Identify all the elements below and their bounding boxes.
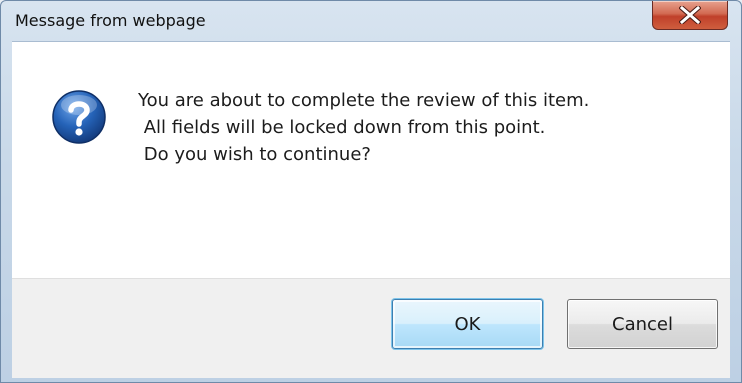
cancel-button[interactable]: Cancel: [567, 299, 718, 349]
question-icon: [52, 90, 106, 144]
button-bar: OK Cancel: [12, 278, 730, 378]
ok-button[interactable]: OK: [392, 299, 543, 349]
close-button[interactable]: [652, 1, 728, 30]
message-line-1: You are about to complete the review of …: [138, 90, 590, 111]
message-area: You are about to complete the review of …: [12, 41, 730, 279]
title-bar[interactable]: Message from webpage: [1, 1, 741, 41]
message-text: You are about to complete the review of …: [138, 87, 589, 168]
close-x-icon: [679, 6, 701, 24]
message-line-2: All fields will be locked down from this…: [138, 117, 546, 138]
message-line-3: Do you wish to continue?: [138, 144, 371, 165]
dialog-title: Message from webpage: [15, 11, 206, 30]
message-dialog: Message from webpage You are about to co…: [0, 0, 742, 383]
